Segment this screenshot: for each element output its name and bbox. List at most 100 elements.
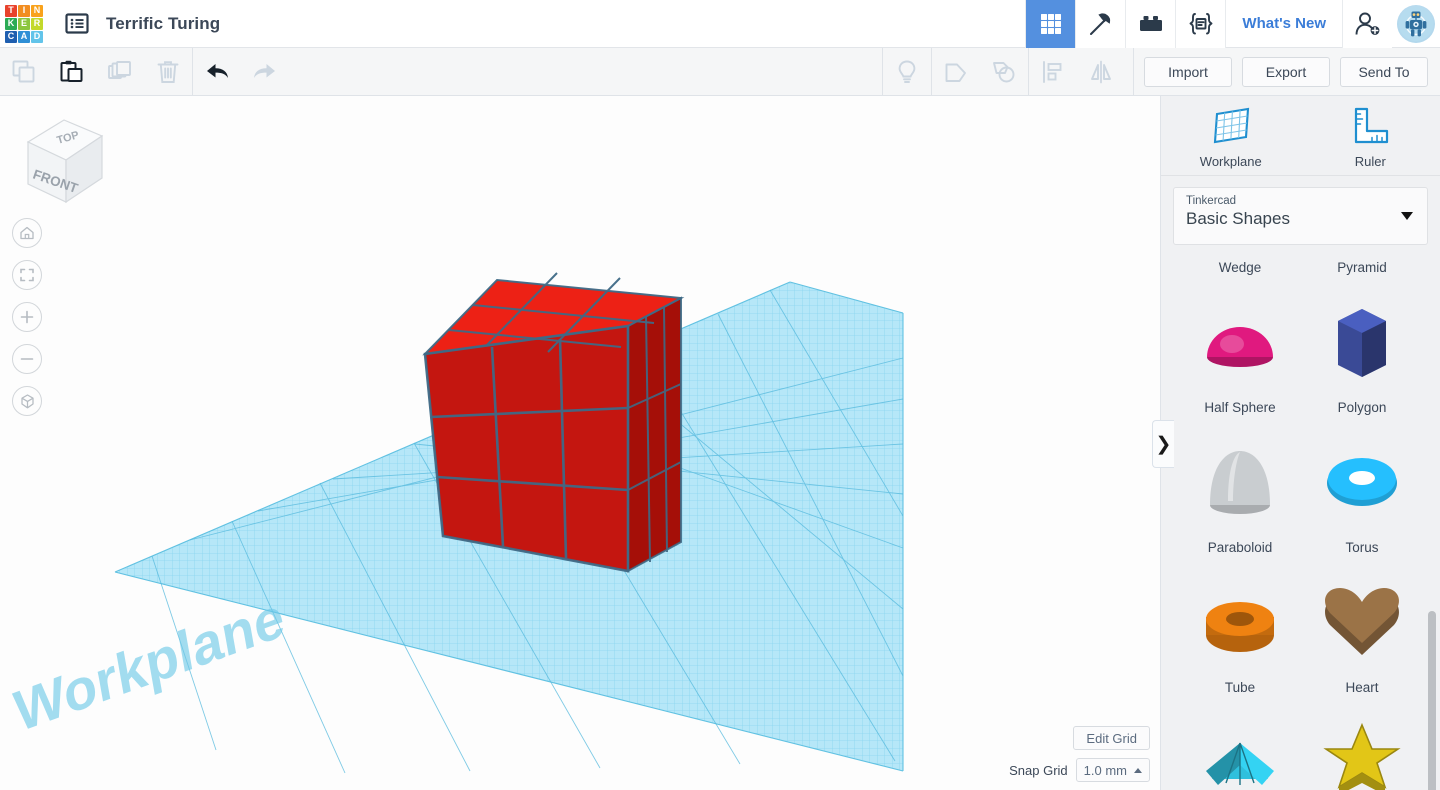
- shape-tube[interactable]: Tube: [1179, 565, 1301, 705]
- home-view-button[interactable]: [12, 218, 42, 248]
- notes-tool-group: [883, 48, 931, 96]
- group-button[interactable]: [932, 48, 980, 96]
- shape-torus[interactable]: Torus: [1301, 425, 1423, 565]
- header-nav: What's New: [1025, 0, 1440, 48]
- shape-polygon-label: Polygon: [1337, 400, 1387, 415]
- workplane-tool[interactable]: Workplane: [1181, 104, 1281, 169]
- workplane-grid-icon: [1213, 107, 1249, 144]
- shape-pyramid-icon: [1301, 251, 1423, 260]
- tab-codeblocks[interactable]: [1175, 0, 1226, 48]
- zoom-out-button[interactable]: [12, 344, 42, 374]
- viewport-controls: TOP FRONT: [6, 106, 116, 416]
- align-button[interactable]: [1029, 48, 1077, 96]
- align-tool-group: [1029, 48, 1125, 96]
- dropdown-sub-label: Tinkercad: [1186, 195, 1237, 207]
- logo-tile-r: R: [31, 17, 43, 30]
- invite-people-button[interactable]: [1342, 0, 1392, 48]
- shape-paraboloid[interactable]: Paraboloid: [1179, 425, 1301, 565]
- caret-up-icon: [1134, 767, 1142, 773]
- panel-collapse-handle[interactable]: ❯: [1152, 420, 1174, 468]
- tab-3d-design[interactable]: [1025, 0, 1076, 48]
- logo-tile-d: D: [31, 30, 43, 43]
- snap-grid-select[interactable]: 1.0 mm: [1075, 758, 1150, 782]
- shape-library-dropdown[interactable]: Tinkercad Basic Shapes: [1173, 187, 1428, 245]
- shape-half-sphere-label: Half Sphere: [1204, 400, 1276, 415]
- snap-grid-label: Snap Grid: [1009, 762, 1068, 778]
- shape-heart-label: Heart: [1345, 680, 1379, 695]
- shape-star[interactable]: [1301, 705, 1423, 790]
- shape-roof-icon: [1179, 705, 1301, 790]
- edit-tool-group: [0, 48, 192, 96]
- shape-torus-icon: [1301, 425, 1423, 540]
- shapes-scroll-area[interactable]: Wedge Pyramid Half Sphere Polygon Paraboloid…: [1161, 251, 1440, 790]
- edit-grid-button[interactable]: Edit Grid: [1073, 726, 1150, 750]
- robot-avatar-icon: [1397, 4, 1435, 43]
- copy-button[interactable]: [0, 48, 48, 96]
- mirror-button[interactable]: [1077, 48, 1125, 96]
- logo-tile-e: E: [18, 17, 30, 30]
- shape-paraboloid-label: Paraboloid: [1207, 540, 1273, 555]
- shape-roof[interactable]: [1179, 705, 1301, 790]
- shape-tube-label: Tube: [1224, 680, 1256, 695]
- import-button[interactable]: Import: [1144, 56, 1232, 87]
- shapes-panel: Workplane Ruler Tinkercad Basic Shapes W…: [1160, 96, 1440, 790]
- ungroup-button[interactable]: [980, 48, 1028, 96]
- group-tool-group: [932, 48, 1028, 96]
- redo-button[interactable]: [241, 48, 289, 96]
- shape-polygon[interactable]: Polygon: [1301, 285, 1423, 425]
- logo-tile-a: A: [18, 30, 30, 43]
- design-viewport[interactable]: Workplane TOP FRONT Edit Grid Snap Grid …: [0, 96, 1160, 790]
- grid-settings: Edit Grid Snap Grid 1.0 mm: [1009, 726, 1150, 782]
- page-title: Terrific Turing: [106, 13, 221, 33]
- shape-heart[interactable]: Heart: [1301, 565, 1423, 705]
- red-cube-assembly[interactable]: [422, 272, 685, 573]
- shape-tube-icon: [1179, 565, 1301, 680]
- logo-tile-n: N: [31, 4, 43, 17]
- logo-tile-i: I: [18, 4, 30, 17]
- whats-new-link[interactable]: What's New: [1225, 0, 1342, 48]
- shape-star-icon: [1301, 705, 1423, 790]
- undo-button[interactable]: [193, 48, 241, 96]
- workplane-tool-label: Workplane: [1199, 154, 1262, 169]
- tab-bricks[interactable]: [1125, 0, 1176, 48]
- duplicate-button[interactable]: [96, 48, 144, 96]
- avatar[interactable]: [1392, 0, 1440, 48]
- shape-heart-icon: [1301, 565, 1423, 680]
- ruler-tool-label: Ruler: [1354, 154, 1386, 169]
- send-to-button[interactable]: Send To: [1340, 56, 1428, 87]
- workplane-scene: Workplane: [10, 272, 904, 774]
- delete-button[interactable]: [144, 48, 192, 96]
- panel-tools: Workplane Ruler: [1161, 96, 1440, 176]
- shape-half-sphere[interactable]: Half Sphere: [1179, 285, 1301, 425]
- snap-grid-value: 1.0 mm: [1083, 762, 1127, 778]
- tab-codeblocks-pickaxe[interactable]: [1075, 0, 1126, 48]
- panel-scrollbar[interactable]: [1428, 611, 1436, 790]
- app-header: TINKERCAD Terrific Turing What's New: [0, 0, 1440, 48]
- tinkercad-logo[interactable]: TIN KER CAD: [4, 4, 44, 44]
- main-toolbar: Import Export Send To: [0, 47, 1440, 96]
- export-button[interactable]: Export: [1242, 56, 1330, 87]
- shape-wedge-icon: [1179, 251, 1301, 260]
- zoom-in-button[interactable]: [12, 302, 42, 332]
- logo-tile-k: K: [5, 17, 17, 30]
- ruler-icon: [1355, 107, 1389, 144]
- shape-pyramid-label: Pyramid: [1337, 260, 1387, 275]
- shape-polygon-icon: [1301, 285, 1423, 400]
- ortho-perspective-button[interactable]: [12, 386, 42, 416]
- ruler-tool[interactable]: Ruler: [1320, 104, 1420, 169]
- workplane-label: Workplane: [10, 584, 289, 744]
- dropdown-value: Basic Shapes: [1186, 209, 1290, 228]
- logo-tile-c: C: [5, 30, 17, 43]
- project-menu-button[interactable]: [62, 11, 92, 37]
- shape-half-sphere-icon: [1179, 285, 1301, 400]
- notes-button[interactable]: [883, 48, 931, 96]
- chevron-down-icon: [1401, 212, 1413, 220]
- fit-to-view-button[interactable]: [12, 260, 42, 290]
- shape-wedge[interactable]: Wedge: [1179, 251, 1301, 285]
- shape-pyramid[interactable]: Pyramid: [1301, 251, 1423, 285]
- shape-torus-label: Torus: [1345, 540, 1379, 555]
- view-cube[interactable]: TOP FRONT: [6, 106, 110, 206]
- paste-button[interactable]: [48, 48, 96, 96]
- tinkercad-app: TINKERCAD Terrific Turing What's New Imp…: [0, 0, 1440, 790]
